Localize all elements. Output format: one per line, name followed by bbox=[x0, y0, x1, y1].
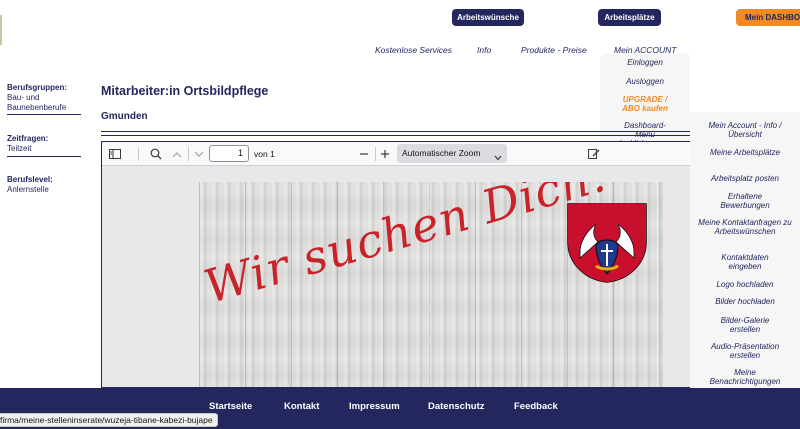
sidebar-divider bbox=[7, 156, 81, 157]
dashboard-item-bilder-galerie[interactable]: Bilder-Galerie erstellen bbox=[690, 316, 800, 334]
dashboard-item-arbeitsplaetze[interactable]: Meine Arbeitsplätze bbox=[690, 148, 800, 157]
dashboard-item-kontaktdaten[interactable]: Kontaktdaten eingeben bbox=[690, 253, 800, 271]
next-page-icon[interactable] bbox=[192, 147, 206, 161]
job-location: Gmunden bbox=[101, 111, 148, 122]
toolbar-separator bbox=[375, 147, 376, 161]
pdf-viewer: 1 von 1 Automatischer Zoom Wir suchen Di… bbox=[101, 141, 691, 388]
toolbar-separator bbox=[138, 147, 139, 161]
sidebar-value-berufsgruppen: Bau- und Baunebenberufe bbox=[7, 93, 67, 112]
dashboard-item-benachrichtigungen[interactable]: Meine Benachrichtigungen bbox=[690, 368, 800, 386]
dashboard-item-account-info[interactable]: Mein Account - Info / Übersicht bbox=[690, 121, 800, 139]
nav-produkte-preise[interactable]: Produkte - Preise bbox=[521, 45, 587, 55]
sidebar-label-berufslevel: Berufslevel: bbox=[7, 175, 53, 184]
sidebar-label-berufsgruppen: Berufsgruppen: bbox=[7, 83, 67, 92]
page-title: Mitarbeiter:in Ortsbildpflege bbox=[101, 84, 269, 98]
menu-ausloggen[interactable]: Ausloggen bbox=[602, 77, 688, 86]
menu-upgrade-abo[interactable]: UPGRADE / ABO kaufen bbox=[602, 95, 688, 113]
toolbar-separator bbox=[188, 147, 189, 161]
edit-annotation-icon[interactable] bbox=[587, 147, 601, 161]
footer-link-impressum[interactable]: Impressum bbox=[349, 401, 400, 412]
footer-link-startseite[interactable]: Startseite bbox=[209, 401, 252, 412]
page-count-label: von 1 bbox=[254, 149, 275, 159]
dashboard-item-bilder-hochladen[interactable]: Bilder hochladen bbox=[690, 297, 800, 306]
footer-link-kontakt[interactable]: Kontakt bbox=[284, 401, 319, 412]
chevron-down-icon bbox=[494, 149, 502, 168]
nav-kostenlose-services[interactable]: Kostenlose Services bbox=[375, 45, 452, 55]
sidebar-divider bbox=[7, 114, 81, 115]
search-icon[interactable] bbox=[149, 147, 163, 161]
logo-edge bbox=[0, 15, 2, 45]
sidebar-toggle-icon[interactable] bbox=[108, 147, 122, 161]
sidebar-label-zeitfragen: Zeitfragen: bbox=[7, 134, 49, 143]
nav-info[interactable]: Info bbox=[477, 45, 491, 55]
coat-of-arms-icon bbox=[567, 203, 647, 283]
zoom-out-icon[interactable] bbox=[358, 147, 370, 161]
pdf-page: Wir suchen Dich! bbox=[199, 182, 663, 387]
status-url-preview: firma/meine-stelleninserate/wuzeja-tiban… bbox=[0, 413, 218, 427]
title-divider bbox=[101, 135, 691, 136]
page-number-input[interactable]: 1 bbox=[209, 145, 249, 162]
footer-link-feedback[interactable]: Feedback bbox=[514, 401, 558, 412]
dashboard-item-audio-praesentation[interactable]: Audio-Präsentation erstellen bbox=[690, 342, 800, 360]
menu-einloggen[interactable]: Einloggen bbox=[602, 58, 688, 67]
pdf-slogan: Wir suchen Dich! bbox=[199, 182, 617, 314]
mein-dashboard-button[interactable]: Mein DASHBOARD bbox=[736, 9, 800, 26]
sidebar-value-berufslevel: Anlernstelle bbox=[7, 185, 49, 194]
zoom-value: Automatischer Zoom bbox=[402, 148, 481, 158]
footer-link-datenschutz[interactable]: Datenschutz bbox=[428, 401, 484, 412]
dashboard-item-bewerbungen[interactable]: Erhaltene Bewerbungen bbox=[690, 192, 800, 210]
dashboard-item-logo-hochladen[interactable]: Logo hochladen bbox=[690, 280, 800, 289]
arbeitsplaetze-button[interactable]: Arbeitsplätze bbox=[598, 9, 661, 26]
previous-page-icon[interactable] bbox=[170, 147, 184, 161]
dashboard-item-kontaktanfragen[interactable]: Meine Kontaktanfragen zu Arbeitswünschen bbox=[690, 218, 800, 236]
arbeitswuensche-button[interactable]: Arbeitswünsche bbox=[452, 9, 524, 26]
sidebar-value-zeitfragen: Teilzeit bbox=[7, 144, 32, 153]
zoom-in-icon[interactable] bbox=[379, 147, 391, 161]
zoom-select[interactable]: Automatischer Zoom bbox=[397, 144, 507, 163]
title-divider bbox=[101, 131, 691, 132]
pdf-toolbar: 1 von 1 Automatischer Zoom bbox=[102, 142, 690, 166]
dashboard-item-arbeitsplatz-posten[interactable]: Arbeitsplatz posten bbox=[690, 174, 800, 183]
